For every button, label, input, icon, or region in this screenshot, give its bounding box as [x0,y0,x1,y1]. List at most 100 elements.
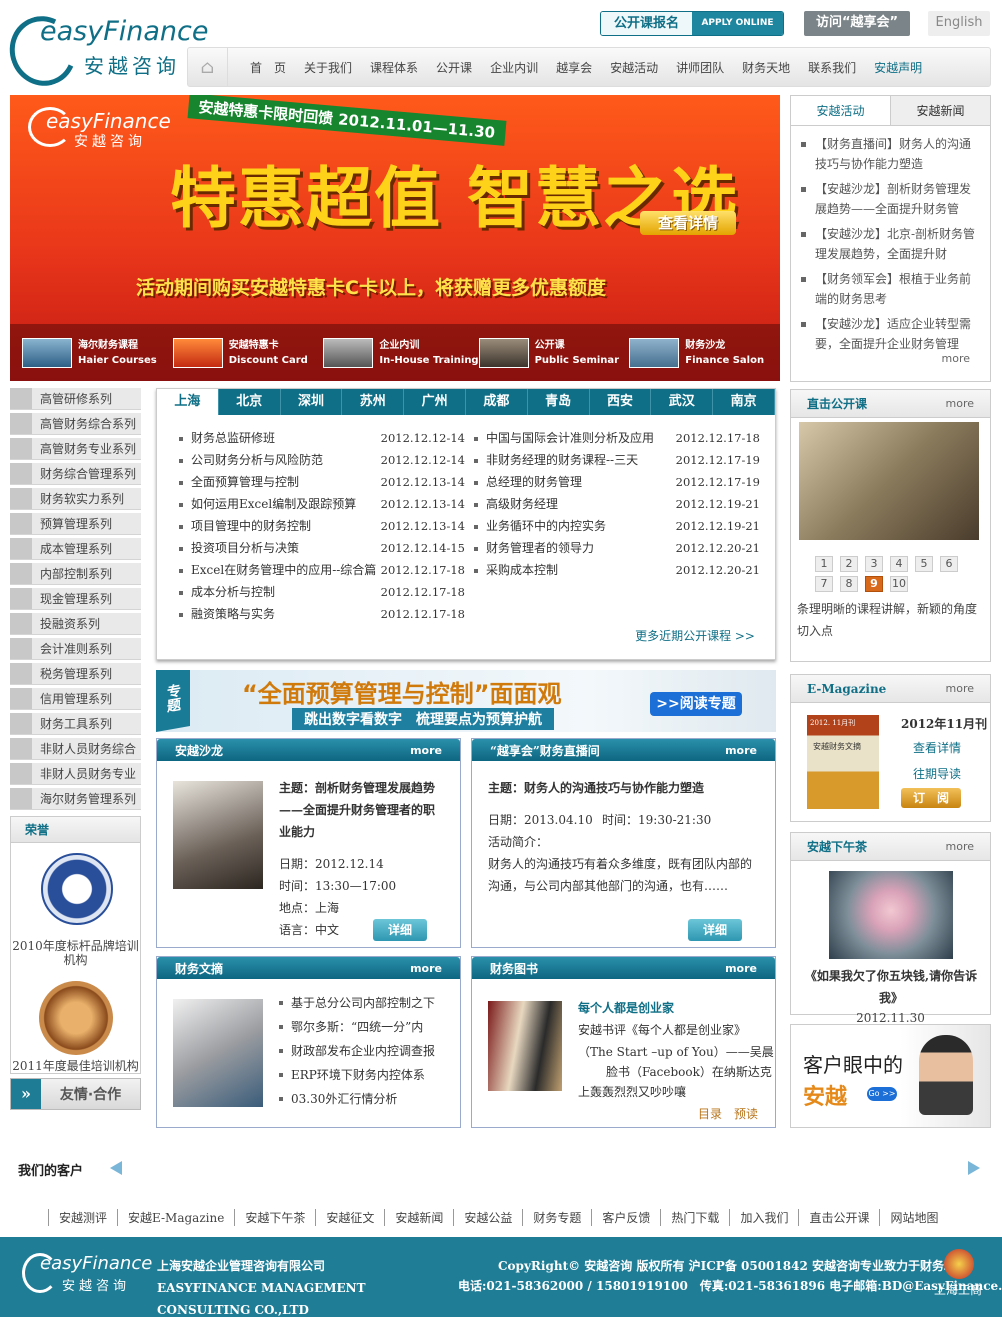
sidebar-item[interactable]: 成本管理系列 [10,538,141,560]
open-course-signup-button[interactable]: 公开课报名 APPLY ONLINE [600,11,784,36]
course-row[interactable]: 财务管理者的领导力 2012.12.20-21 [470,537,760,559]
arrow-left-icon[interactable] [110,1161,122,1175]
emag-more-link[interactable]: more [946,682,975,695]
digest-more-link[interactable]: more [410,962,442,975]
activity-item[interactable]: 【财务直播间】财务人的沟通技巧与协作能力塑造 [799,134,982,174]
page-button[interactable]: 6 [940,556,958,572]
books-more-link[interactable]: more [725,962,757,975]
course-row[interactable]: 项目管理中的财务控制 2012.12.13-14 [175,515,465,537]
sidebar-item[interactable]: 高管研修系列 [10,388,141,410]
english-link[interactable]: English [928,11,990,36]
tab-city[interactable]: 南京 [713,389,775,415]
sidebar-item[interactable]: 会计准则系列 [10,638,141,660]
sidebar-item[interactable]: 财务工具系列 [10,713,141,735]
footer-link[interactable]: 客户反馈 [591,1209,660,1226]
nav-item-club[interactable]: 越享会 [547,59,601,76]
live-course-more-link[interactable]: more [946,397,975,410]
visit-club-button[interactable]: 访问“越享会” [804,11,910,36]
course-row[interactable]: 公司财务分析与风险防范 2012.12.12-14 [175,449,465,471]
page-button-active[interactable]: 9 [865,576,883,592]
emag-subscribe-button[interactable]: 订 阅 [901,788,961,808]
footer-link[interactable]: 安越公益 [453,1209,522,1226]
sidebar-item[interactable]: 预算管理系列 [10,513,141,535]
nav-item-curriculum[interactable]: 课程体系 [361,59,427,76]
footer-link[interactable]: 安越下午茶 [234,1209,315,1226]
emag-cover[interactable]: 2012. 11月刊 安越财务文摘 [807,715,879,809]
course-row[interactable]: 成本分析与控制 2012.12.17-18 [175,581,465,603]
page-button[interactable]: 2 [840,556,858,572]
ad-go-button[interactable]: Go >> [867,1087,897,1101]
topic-banner[interactable]: 专题 “全面预算管理与控制”面面观 跳出数字看数字 梳理要点为预算护航 >>阅读… [156,670,776,732]
nav-item-activities[interactable]: 安越活动 [601,59,667,76]
salon-more-link[interactable]: more [410,744,442,757]
live-course-photo[interactable] [799,422,979,540]
footer-link[interactable]: 安越测评 [48,1209,117,1226]
page-button[interactable]: 5 [915,556,933,572]
sidebar-item[interactable]: 税务管理系列 [10,663,141,685]
book-cover-image[interactable] [488,1001,562,1091]
nav-item-finance-world[interactable]: 财务天地 [733,59,799,76]
tab-city[interactable]: 广州 [404,389,466,415]
sidebar-item[interactable]: 非财人员财务专业 [10,763,141,785]
banner-thumb-salon[interactable]: 财务沙龙 Finance Salon [629,337,780,368]
tab-news[interactable]: 安越新闻 [891,96,990,125]
footer-link[interactable]: 网站地图 [879,1209,948,1226]
activity-item[interactable]: 【财务领军会】根植于业务前端的财务思考 [799,269,982,309]
footer-link[interactable]: 安越E-Magazine [117,1209,234,1226]
sidebar-item[interactable]: 内部控制系列 [10,563,141,585]
banner-thumb-card[interactable]: 安越特惠卡 Discount Card [172,337,324,368]
tab-city[interactable]: 西安 [590,389,652,415]
course-row[interactable]: 全面预算管理与控制 2012.12.13-14 [175,471,465,493]
course-row[interactable]: 高级财务经理 2012.12.19-21 [470,493,760,515]
home-icon[interactable]: ⌂ [188,48,228,86]
tab-city[interactable]: 北京 [219,389,281,415]
digest-item[interactable]: 03.30外汇行情分析 [279,1087,435,1111]
read-topic-button[interactable]: >>阅读专题 [650,692,742,716]
footer-link[interactable]: 安越征文 [315,1209,384,1226]
sidebar-item[interactable]: 投融资系列 [10,613,141,635]
digest-item[interactable]: ERP环境下财务内控体系 [279,1063,435,1087]
sidebar-item[interactable]: 财务软实力系列 [10,488,141,510]
course-row[interactable]: Excel在财务管理中的应用--综合篇 2012.12.17-18 [175,559,465,581]
footer-link[interactable]: 热门下载 [660,1209,729,1226]
page-button[interactable]: 8 [840,576,858,592]
banner-thumb-haier[interactable]: 海尔财务课程 Haier Courses [22,337,173,368]
activity-more-link[interactable]: more [942,352,971,365]
emag-view-link[interactable]: 查看详情 [913,739,961,756]
nav-item-lecturers[interactable]: 讲师团队 [667,59,733,76]
footer-link[interactable]: 安越新闻 [384,1209,453,1226]
book-toc-link[interactable]: 目录 [698,1103,722,1125]
tea-caption[interactable]: 《如果我欠了你五块钱,请你告诉我》 [797,965,985,1009]
tab-city[interactable]: 成都 [466,389,528,415]
customer-view-ad[interactable]: 客户眼中的 安越 Go >> [790,1024,991,1128]
course-row[interactable]: 投资项目分析与决策 2012.12.14-15 [175,537,465,559]
sidebar-item[interactable]: 高管财务综合系列 [10,413,141,435]
nav-item-home[interactable]: 首 页 [228,59,295,76]
page-button[interactable]: 7 [815,576,833,592]
nav-item-contact[interactable]: 联系我们 [799,59,865,76]
activity-item[interactable]: 【安越沙龙】北京-剖析财务管理发展趋势，全面提升财 [799,224,982,264]
tab-city[interactable]: 苏州 [342,389,405,415]
page-button[interactable]: 4 [890,556,908,572]
livestream-detail-button[interactable]: 详细 [688,919,742,941]
sidebar-item[interactable]: 现金管理系列 [10,588,141,610]
salon-detail-button[interactable]: 详细 [373,919,427,941]
banner-thumb-seminar[interactable]: 公开课 Public Seminar [478,337,630,368]
tab-city[interactable]: 武汉 [651,389,714,415]
book-title[interactable]: 每个人都是创业家 [578,997,674,1019]
digest-item[interactable]: 基于总分公司内部控制之下 [279,991,435,1015]
page-button[interactable]: 10 [890,576,908,592]
livestream-more-link[interactable]: more [725,744,757,757]
sidebar-item[interactable]: 信用管理系列 [10,688,141,710]
activity-item[interactable]: 【安越沙龙】适应企业转型需要，全面提升企业财务管理 [799,314,982,354]
tab-city[interactable]: 深圳 [281,389,343,415]
course-row[interactable]: 融资策略与实务 2012.12.17-18 [175,603,465,625]
sidebar-item[interactable]: 海尔财务管理系列 [10,788,141,810]
course-row[interactable]: 财务总监研修班 2012.12.12-14 [175,427,465,449]
nav-item-inhouse[interactable]: 企业内训 [481,59,547,76]
nav-item-public-course[interactable]: 公开课 [427,59,481,76]
digest-item[interactable]: 鄂尔多斯：“四统一分”内 [279,1015,435,1039]
footer-link[interactable]: 加入我们 [729,1209,798,1226]
tea-more-link[interactable]: more [946,840,975,853]
course-row[interactable]: 业务循环中的内控实务 2012.12.19-21 [470,515,760,537]
